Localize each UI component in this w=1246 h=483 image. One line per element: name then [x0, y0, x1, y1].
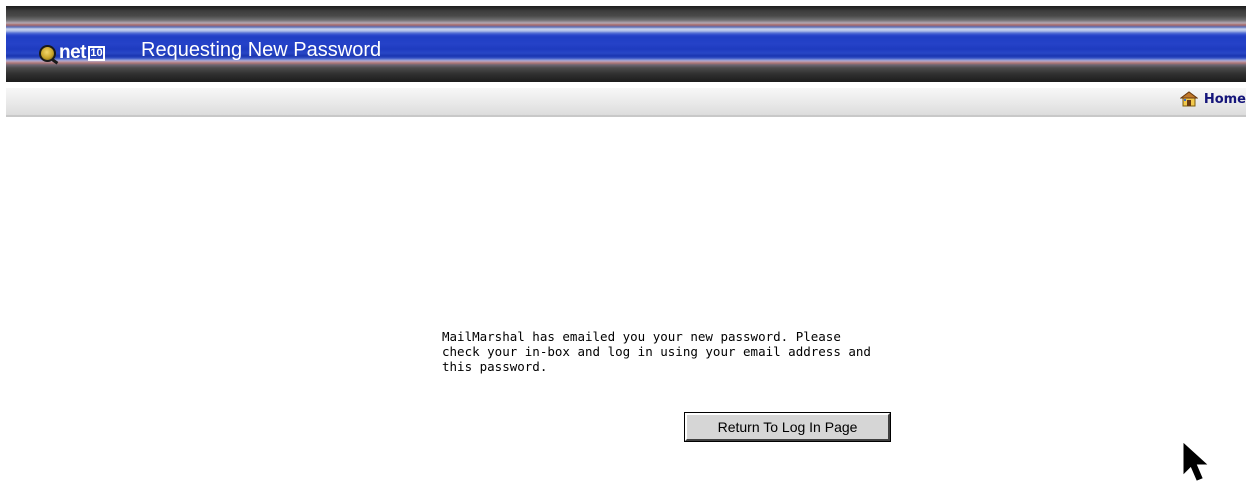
net10-logo: net 10	[39, 40, 105, 66]
mouse-pointer-icon	[1183, 443, 1208, 481]
title-banner: net 10 Requesting New Password	[6, 6, 1246, 82]
q-logo-icon	[39, 44, 56, 62]
page-title: Requesting New Password	[141, 39, 382, 61]
home-link[interactable]: Home	[1179, 91, 1246, 107]
home-icon	[1179, 91, 1198, 107]
return-to-login-button[interactable]: Return To Log In Page	[684, 412, 891, 442]
navigation-bar: Home	[6, 88, 1246, 117]
logo-box-text: 10	[88, 45, 105, 61]
confirmation-message: MailMarshal has emailed you your new pas…	[442, 329, 871, 374]
home-link-label[interactable]: Home	[1204, 92, 1246, 107]
page: net 10 Requesting New Password Home Mail…	[0, 0, 1246, 483]
logo-text: net	[59, 42, 87, 63]
